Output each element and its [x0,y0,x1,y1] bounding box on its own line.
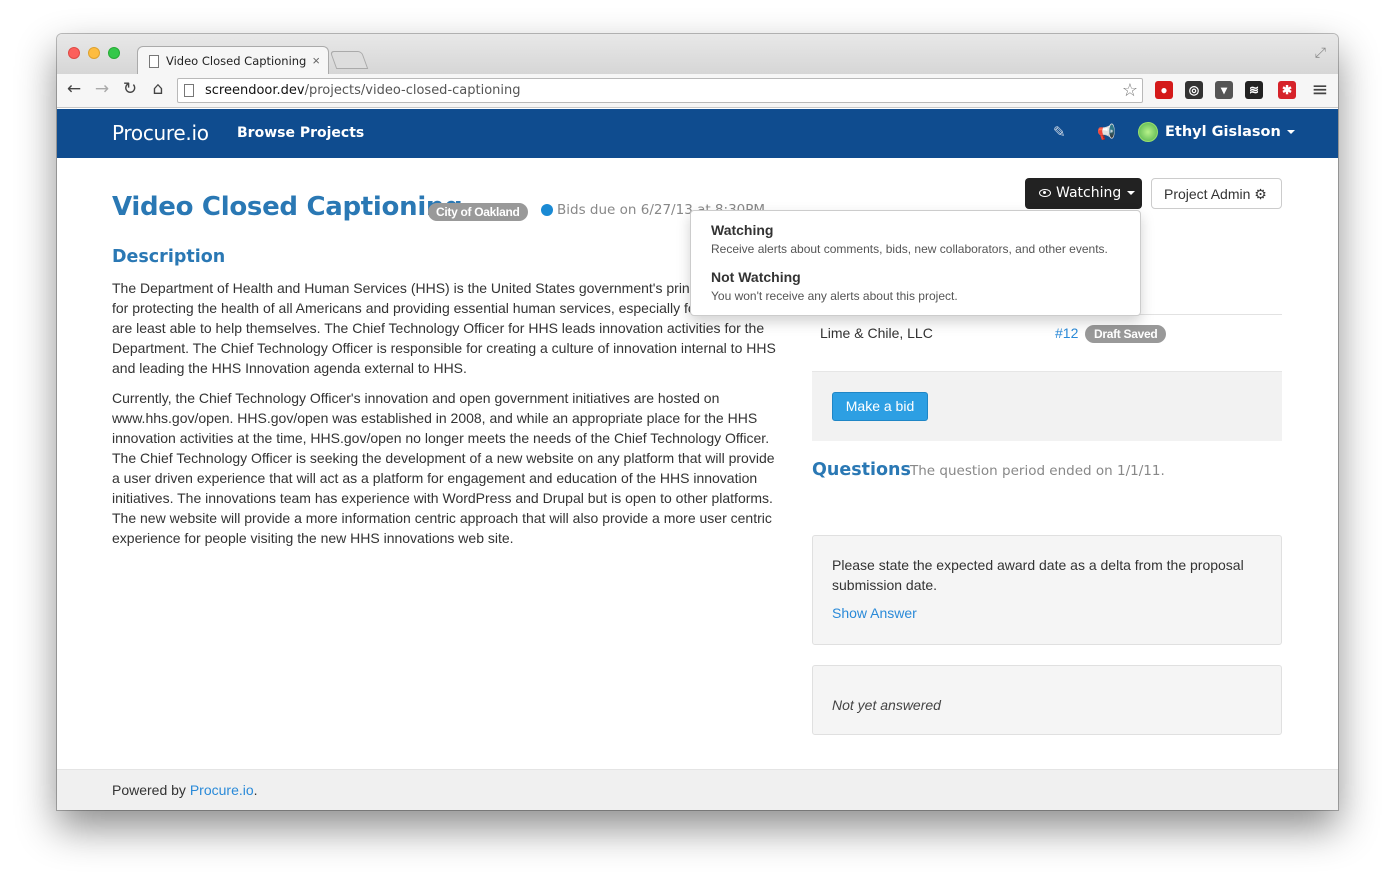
reload-icon[interactable]: ↻ [119,79,141,99]
make-bid-button[interactable]: Make a bid [832,392,928,421]
gear-icon: ⚙ [1254,186,1267,202]
browser-window: Video Closed Captioning × ⤢ ← → ↻ ⌂ scre… [57,34,1338,810]
description-paragraph: Currently, the Chief Technology Officer'… [112,390,775,546]
footer: Powered by Procure.io. [57,769,1338,810]
browser-tab[interactable]: Video Closed Captioning × [137,46,329,75]
menu-icon[interactable]: ≡ [1309,77,1331,101]
chevron-down-icon [1286,130,1295,134]
sync-icon[interactable]: ◎ [1185,81,1203,99]
minimize-window-button[interactable] [88,47,100,59]
adblock-icon[interactable]: ● [1155,81,1173,99]
buffer-icon[interactable]: ≋ [1245,81,1263,99]
tab-title: Video Closed Captioning [166,54,307,68]
lastpass-icon[interactable]: ✱ [1278,81,1296,99]
question-text: Not yet answered [832,697,941,713]
project-admin-button[interactable]: Project Admin ⚙ [1151,178,1282,209]
watch-option-watching[interactable]: Watching Receive alerts about comments, … [711,222,1108,256]
description-paragraph: The Department of Health and Human Servi… [112,280,776,376]
questions-note: The question period ended on 1/1/11. [910,463,1165,479]
home-icon[interactable]: ⌂ [147,79,169,99]
close-window-button[interactable] [68,47,80,59]
show-answer-link[interactable]: Show Answer [832,605,917,621]
browse-projects-link[interactable]: Browse Projects [237,125,364,141]
bidder-name: Lime & Chile, LLC [820,325,933,341]
edit-icon[interactable]: ✎ [1053,123,1066,141]
eye-icon [1039,189,1051,197]
bullhorn-icon[interactable]: 📢 [1097,123,1116,141]
tab-close-icon[interactable]: × [312,53,320,68]
watch-option-not-watching[interactable]: Not Watching You won't receive any alert… [711,269,958,303]
browser-toolbar: ← → ↻ ⌂ screendoor.dev/projects/video-cl… [57,74,1338,108]
question-card: Please state the expected award date as … [812,535,1282,645]
footer-text: Powered by Procure.io. [112,782,258,798]
watch-dropdown-menu: Watching Receive alerts about comments, … [690,210,1141,316]
avatar[interactable] [1138,122,1158,142]
question-text: Please state the expected award date as … [832,557,1244,593]
page-title: Video Closed Captioning [112,192,463,222]
forward-icon[interactable]: → [91,79,113,99]
footer-link[interactable]: Procure.io [190,782,254,798]
fullscreen-icon[interactable]: ⤢ [1315,44,1326,61]
page-icon [149,55,159,68]
back-icon[interactable]: ← [63,79,85,99]
status-badge: Draft Saved [1085,325,1167,343]
page-content: Video Closed Captioning City of Oakland … [57,158,1338,768]
description-heading: Description [112,247,226,267]
pocket-icon[interactable]: ▾ [1215,81,1233,99]
questions-heading: Questions [812,460,911,480]
new-tab-button[interactable] [329,51,369,69]
zoom-window-button[interactable] [108,47,120,59]
bid-panel: Make a bid [812,371,1282,441]
brand-logo[interactable]: Procure.io [112,121,209,145]
org-badge: City of Oakland [428,203,528,221]
status-dot-icon [541,204,553,216]
chevron-down-icon [1127,191,1136,195]
app-navbar: Procure.io Browse Projects ✎ 📢 Ethyl Gis… [57,109,1338,158]
question-card: Not yet answered [812,665,1282,735]
page-icon [184,84,194,97]
tab-strip: Video Closed Captioning × ⤢ [57,34,1338,75]
bid-link[interactable]: #12 [1055,325,1078,341]
bookmark-star-icon[interactable]: ☆ [1122,80,1138,101]
address-bar[interactable]: screendoor.dev/projects/video-closed-cap… [177,78,1143,103]
url-text[interactable]: screendoor.dev/projects/video-closed-cap… [205,83,521,98]
user-menu[interactable]: Ethyl Gislason [1165,124,1295,140]
watching-button[interactable]: Watching [1025,178,1142,209]
